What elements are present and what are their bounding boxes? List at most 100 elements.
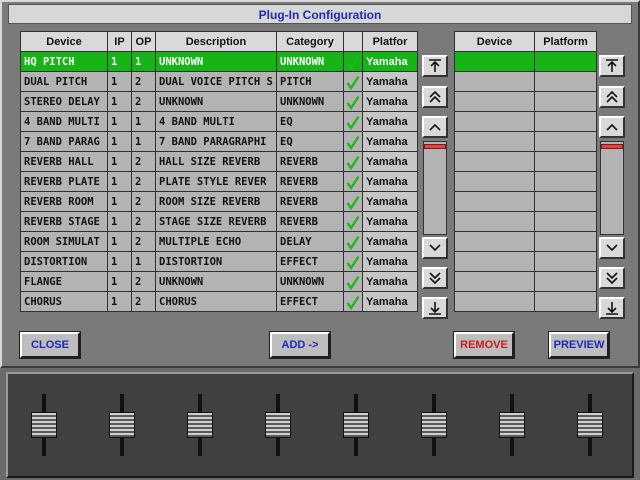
scroll-top-button[interactable] bbox=[599, 55, 625, 77]
col-header-device[interactable]: Device bbox=[20, 31, 108, 52]
table-row[interactable]: REVERB PLATE 1 2 PLATE STYLE REVER REVERB Yam… bbox=[20, 171, 418, 192]
table-row[interactable]: 4 BAND MULTI 1 1 4 BAND MULTI EQ Yamaha bbox=[20, 111, 418, 132]
col-header-platform[interactable]: Platform bbox=[534, 31, 597, 52]
scroll-bottom-button[interactable] bbox=[599, 297, 625, 319]
table-row[interactable] bbox=[454, 151, 597, 172]
scroll-thumb[interactable] bbox=[424, 144, 446, 149]
enabled-checkbox[interactable] bbox=[343, 251, 363, 272]
table-row[interactable]: 7 BAND PARAG 1 1 7 BAND PARAGRAPHI EQ Yamaha bbox=[20, 131, 418, 152]
enabled-checkbox[interactable] bbox=[343, 211, 363, 232]
line-up-button[interactable] bbox=[599, 116, 625, 138]
table-row[interactable] bbox=[454, 131, 597, 152]
table-row[interactable] bbox=[454, 71, 597, 92]
fader-knob[interactable] bbox=[577, 412, 603, 438]
fader[interactable] bbox=[31, 394, 57, 456]
table-row[interactable]: REVERB STAGE 1 2 STAGE SIZE REVERB REVERB Yam… bbox=[20, 211, 418, 232]
table-row[interactable]: STEREO DELAY 1 2 UNKNOWN UNKNOWN Yamaha bbox=[20, 91, 418, 112]
line-down-button[interactable] bbox=[599, 237, 625, 259]
table-row[interactable]: HQ PITCH 1 1 UNKNOWN UNKNOWN Yamaha bbox=[20, 51, 418, 72]
table-row[interactable] bbox=[454, 291, 597, 312]
scroll-track[interactable] bbox=[600, 141, 624, 235]
page-up-button[interactable] bbox=[422, 86, 448, 108]
cell-category: PITCH bbox=[276, 71, 344, 92]
table-row[interactable]: DISTORTION 1 1 DISTORTION EFFECT Yamaha bbox=[20, 251, 418, 272]
fader[interactable] bbox=[421, 394, 447, 456]
table-row[interactable] bbox=[454, 251, 597, 272]
table-row[interactable]: CHORUS 1 2 CHORUS EFFECT Yamaha bbox=[20, 291, 418, 312]
enabled-checkbox[interactable] bbox=[343, 191, 363, 212]
cell-op: 2 bbox=[131, 231, 156, 252]
table-row[interactable]: REVERB ROOM 1 2 ROOM SIZE REVERB REVERB Yamah… bbox=[20, 191, 418, 212]
fader-knob[interactable] bbox=[31, 412, 57, 438]
col-header-description[interactable]: Description bbox=[155, 31, 277, 52]
cell-op: 2 bbox=[131, 151, 156, 172]
table-row[interactable] bbox=[454, 191, 597, 212]
fader-knob[interactable] bbox=[421, 412, 447, 438]
col-header-category[interactable]: Category bbox=[276, 31, 344, 52]
enabled-checkbox[interactable] bbox=[343, 231, 363, 252]
page-down-button[interactable] bbox=[599, 267, 625, 289]
fader-knob[interactable] bbox=[499, 412, 525, 438]
table-row[interactable]: REVERB HALL 1 2 HALL SIZE REVERB REVERB Yamah… bbox=[20, 151, 418, 172]
window-title: Plug-In Configuration bbox=[8, 4, 632, 24]
enabled-checkbox[interactable] bbox=[343, 131, 363, 152]
line-down-button[interactable] bbox=[422, 237, 448, 259]
enabled-checkbox[interactable] bbox=[343, 91, 363, 112]
col-header-op[interactable]: OP bbox=[131, 31, 156, 52]
enabled-checkbox[interactable] bbox=[343, 51, 363, 72]
enabled-checkbox[interactable] bbox=[343, 271, 363, 292]
cell-category: UNKNOWN bbox=[276, 51, 344, 72]
fader-knob[interactable] bbox=[265, 412, 291, 438]
cell-device bbox=[454, 271, 535, 292]
table-row[interactable] bbox=[454, 91, 597, 112]
page-down-button[interactable] bbox=[422, 267, 448, 289]
cell-category: UNKNOWN bbox=[276, 271, 344, 292]
enabled-checkbox[interactable] bbox=[343, 291, 363, 312]
fader[interactable] bbox=[187, 394, 213, 456]
scroll-top-button[interactable] bbox=[422, 55, 448, 77]
preview-button[interactable]: PREVIEW bbox=[548, 331, 610, 359]
col-header-enabled[interactable] bbox=[343, 31, 363, 52]
cell-category: DELAY bbox=[276, 231, 344, 252]
fader[interactable] bbox=[109, 394, 135, 456]
add-button[interactable]: ADD -> bbox=[269, 331, 331, 359]
cell-ip: 1 bbox=[107, 211, 132, 232]
table-row[interactable] bbox=[454, 51, 597, 72]
table-row[interactable] bbox=[454, 171, 597, 192]
fader-knob[interactable] bbox=[109, 412, 135, 438]
enabled-checkbox[interactable] bbox=[343, 171, 363, 192]
cell-category: REVERB bbox=[276, 151, 344, 172]
cell-description: ROOM SIZE REVERB bbox=[155, 191, 277, 212]
fader-knob[interactable] bbox=[343, 412, 369, 438]
page-up-button[interactable] bbox=[599, 86, 625, 108]
fader[interactable] bbox=[499, 394, 525, 456]
fader[interactable] bbox=[343, 394, 369, 456]
enabled-checkbox[interactable] bbox=[343, 111, 363, 132]
col-header-device[interactable]: Device bbox=[454, 31, 535, 52]
table-row[interactable]: DUAL PITCH 1 2 DUAL VOICE PITCH S PITCH Yamah… bbox=[20, 71, 418, 92]
table-row[interactable]: FLANGE 1 2 UNKNOWN UNKNOWN Yamaha bbox=[20, 271, 418, 292]
col-header-ip[interactable]: IP bbox=[107, 31, 132, 52]
cell-device: FLANGE bbox=[20, 271, 108, 292]
table-row[interactable]: ROOM SIMULAT 1 2 MULTIPLE ECHO DELAY Yamaha bbox=[20, 231, 418, 252]
close-button[interactable]: CLOSE bbox=[19, 331, 81, 359]
checkmark-icon bbox=[346, 115, 360, 130]
remove-button[interactable]: REMOVE bbox=[453, 331, 515, 359]
col-header-platform[interactable]: Platfor bbox=[362, 31, 418, 52]
cell-category: EFFECT bbox=[276, 291, 344, 312]
enabled-checkbox[interactable] bbox=[343, 71, 363, 92]
scroll-thumb[interactable] bbox=[601, 144, 623, 149]
platform-table: Device Platform bbox=[454, 31, 597, 312]
scroll-bottom-button[interactable] bbox=[422, 297, 448, 319]
fader[interactable] bbox=[577, 394, 603, 456]
line-up-button[interactable] bbox=[422, 116, 448, 138]
fader[interactable] bbox=[265, 394, 291, 456]
enabled-checkbox[interactable] bbox=[343, 151, 363, 172]
table-row[interactable] bbox=[454, 271, 597, 292]
fader-knob[interactable] bbox=[187, 412, 213, 438]
table-row[interactable] bbox=[454, 231, 597, 252]
table-row[interactable] bbox=[454, 211, 597, 232]
table-row[interactable] bbox=[454, 111, 597, 132]
cell-op: 2 bbox=[131, 191, 156, 212]
scroll-track[interactable] bbox=[423, 141, 447, 235]
